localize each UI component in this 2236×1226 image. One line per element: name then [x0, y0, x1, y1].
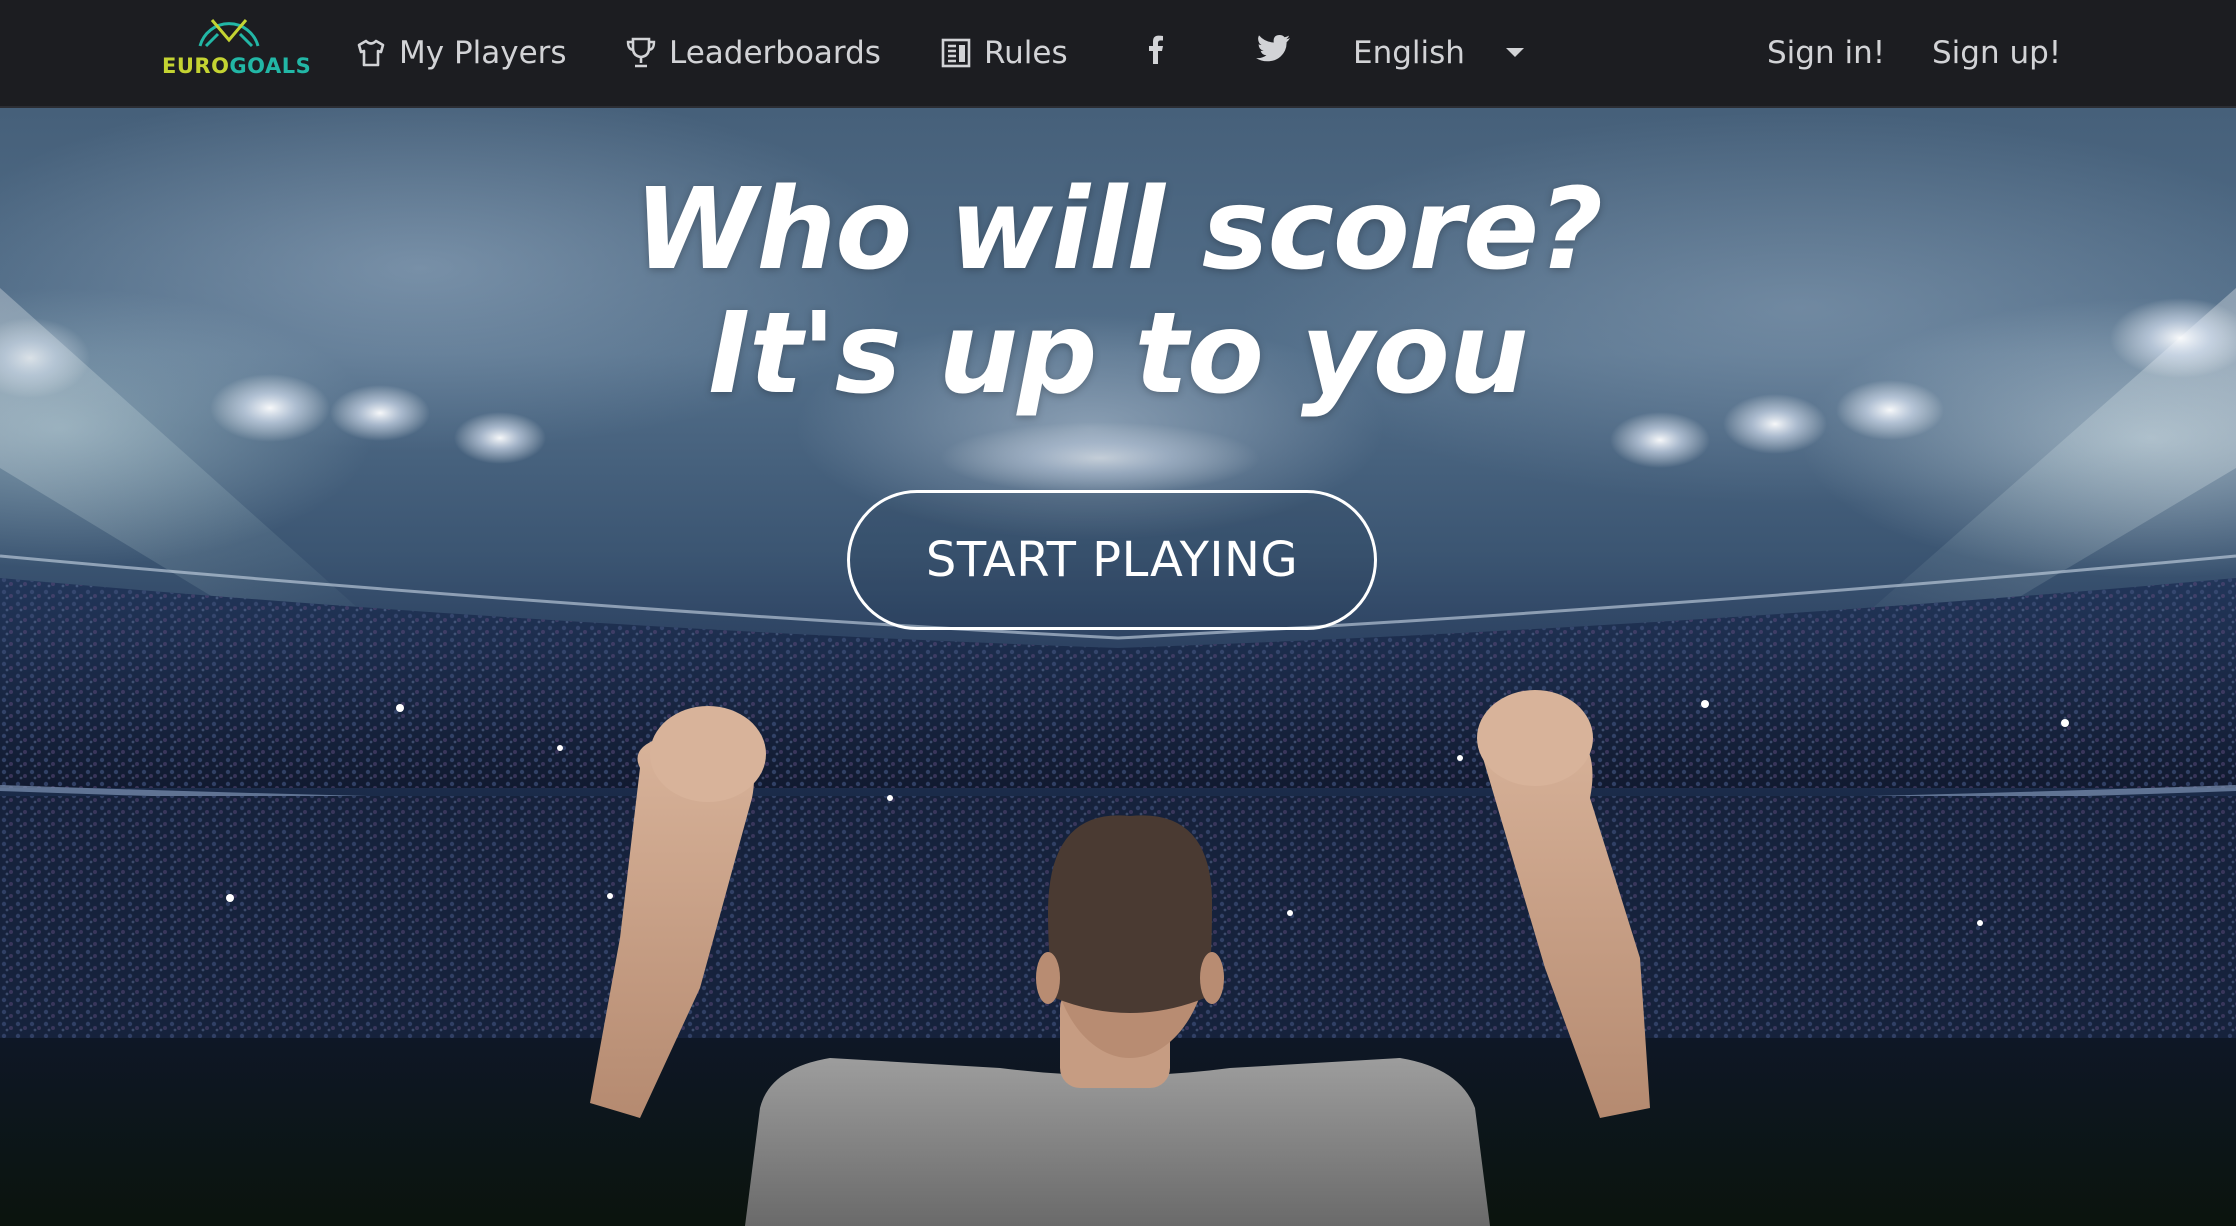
trophy-icon	[625, 36, 657, 70]
start-playing-button[interactable]: START PLAYING	[847, 490, 1377, 630]
logo-wordmark: EUROGOALS	[162, 54, 311, 78]
hero-headline-line1: Who will score?	[633, 165, 1603, 295]
top-navbar: EUROGOALS My Players Leaderboards Rules …	[0, 0, 2236, 108]
hero-headline-line2: It's up to you	[708, 289, 1528, 419]
sign-in-link[interactable]: Sign in!	[1767, 0, 1885, 106]
nav-my-players[interactable]: My Players	[355, 0, 567, 106]
start-playing-label: START PLAYING	[925, 532, 1299, 588]
nav-my-players-label: My Players	[399, 35, 567, 71]
chevron-down-icon	[1505, 47, 1525, 59]
shirt-icon	[355, 37, 387, 69]
nav-rules-label: Rules	[984, 35, 1068, 71]
nav-leaderboards[interactable]: Leaderboards	[625, 0, 881, 106]
facebook-link[interactable]	[1145, 0, 1165, 106]
eurogoals-logo[interactable]: EUROGOALS	[162, 10, 311, 98]
twitter-icon	[1255, 34, 1291, 72]
sign-in-label: Sign in!	[1767, 35, 1886, 71]
sign-up-label: Sign up!	[1932, 35, 2062, 71]
hero-section: Who will score? It's up to you START PLA…	[0, 108, 2236, 1226]
sign-up-link[interactable]: Sign up!	[1932, 0, 2061, 106]
ball-icon	[198, 19, 260, 48]
nav-leaderboards-label: Leaderboards	[669, 35, 881, 71]
language-select-value: English	[1353, 35, 1465, 71]
logo-goals-text: GOALS	[229, 54, 312, 78]
logo-euro-text: EURO	[162, 54, 230, 78]
nav-rules[interactable]: Rules	[940, 0, 1068, 106]
twitter-link[interactable]	[1255, 0, 1291, 106]
language-select[interactable]: English	[1353, 0, 1525, 106]
hero-headline: Who will score? It's up to you	[0, 168, 2236, 416]
facebook-icon	[1145, 34, 1165, 72]
document-icon	[940, 37, 972, 69]
